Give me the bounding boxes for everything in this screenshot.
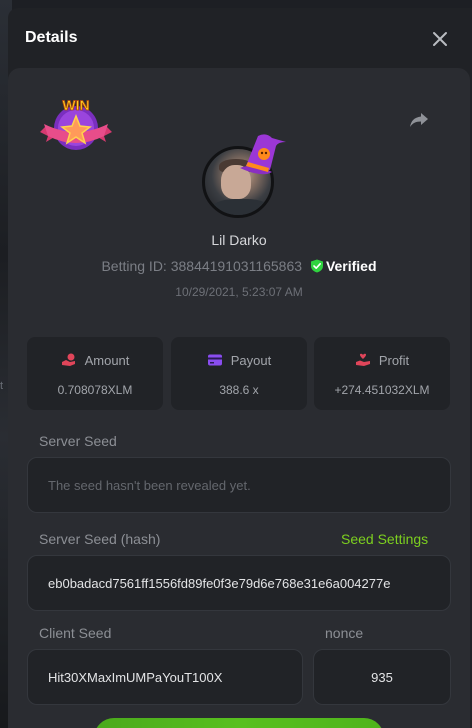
stat-amount-label: Amount [84,353,130,368]
betting-id-row: Betting ID: 38844191031165863 Verified [8,258,470,274]
close-icon [433,32,447,46]
stat-payout-value: 388.6 x [219,383,259,397]
stat-amount: Amount 0.708078XLM [27,337,163,410]
server-seed-field[interactable]: The seed hasn't been revealed yet. [27,457,451,513]
details-modal: Details WIN Lil Darko Betting ID: 388441… [8,8,472,728]
win-badge-text: WIN [62,97,89,113]
server-seed-hash-label: Server Seed (hash) [39,531,161,547]
close-button[interactable] [429,28,451,50]
stat-payout: Payout 388.6 x [171,337,307,410]
modal-header: Details [8,8,472,68]
nonce-label: nonce [325,625,364,641]
witch-hat-icon [240,134,286,175]
stat-amount-value: 0.708078XLM [57,383,133,397]
client-seed-field[interactable]: Hit30XMaxImUMPaYouT100X [27,649,303,705]
bet-timestamp: 10/29/2021, 5:23:07 AM [175,285,303,299]
backdrop-peek-text: t [0,380,4,392]
client-seed-label: Client Seed [39,625,112,641]
username: Lil Darko [211,232,267,248]
coins-hand-icon [61,353,75,366]
hand-heart-icon [355,353,370,366]
server-seed-hash-field[interactable]: eb0badacd7561ff1556fd89fe0f3e79d6e768e31… [27,555,451,611]
stat-profit: Profit +274.451032XLM [314,337,450,410]
user-avatar-wrap [202,134,292,218]
stat-payout-label: Payout [230,353,272,368]
server-seed-label: Server Seed [39,433,117,449]
stat-profit-value: +274.451032XLM [334,383,430,397]
betting-id-value: 38844191031165863 [170,258,303,274]
stat-profit-label: Profit [378,353,410,368]
shield-check-icon [310,259,323,273]
verify-button[interactable] [94,718,384,728]
betting-id-label: Betting ID: [101,258,167,274]
card-icon [207,354,222,366]
bet-details-card: WIN Lil Darko Betting ID: 38844191031165… [8,68,470,728]
share-icon [410,113,428,127]
modal-title: Details [25,29,78,46]
verified-label: Verified [325,258,377,274]
win-badge-icon: WIN [40,97,112,150]
seed-settings-link[interactable]: Seed Settings [341,531,428,547]
nonce-field[interactable]: 935 [313,649,451,705]
share-button[interactable] [407,108,431,132]
